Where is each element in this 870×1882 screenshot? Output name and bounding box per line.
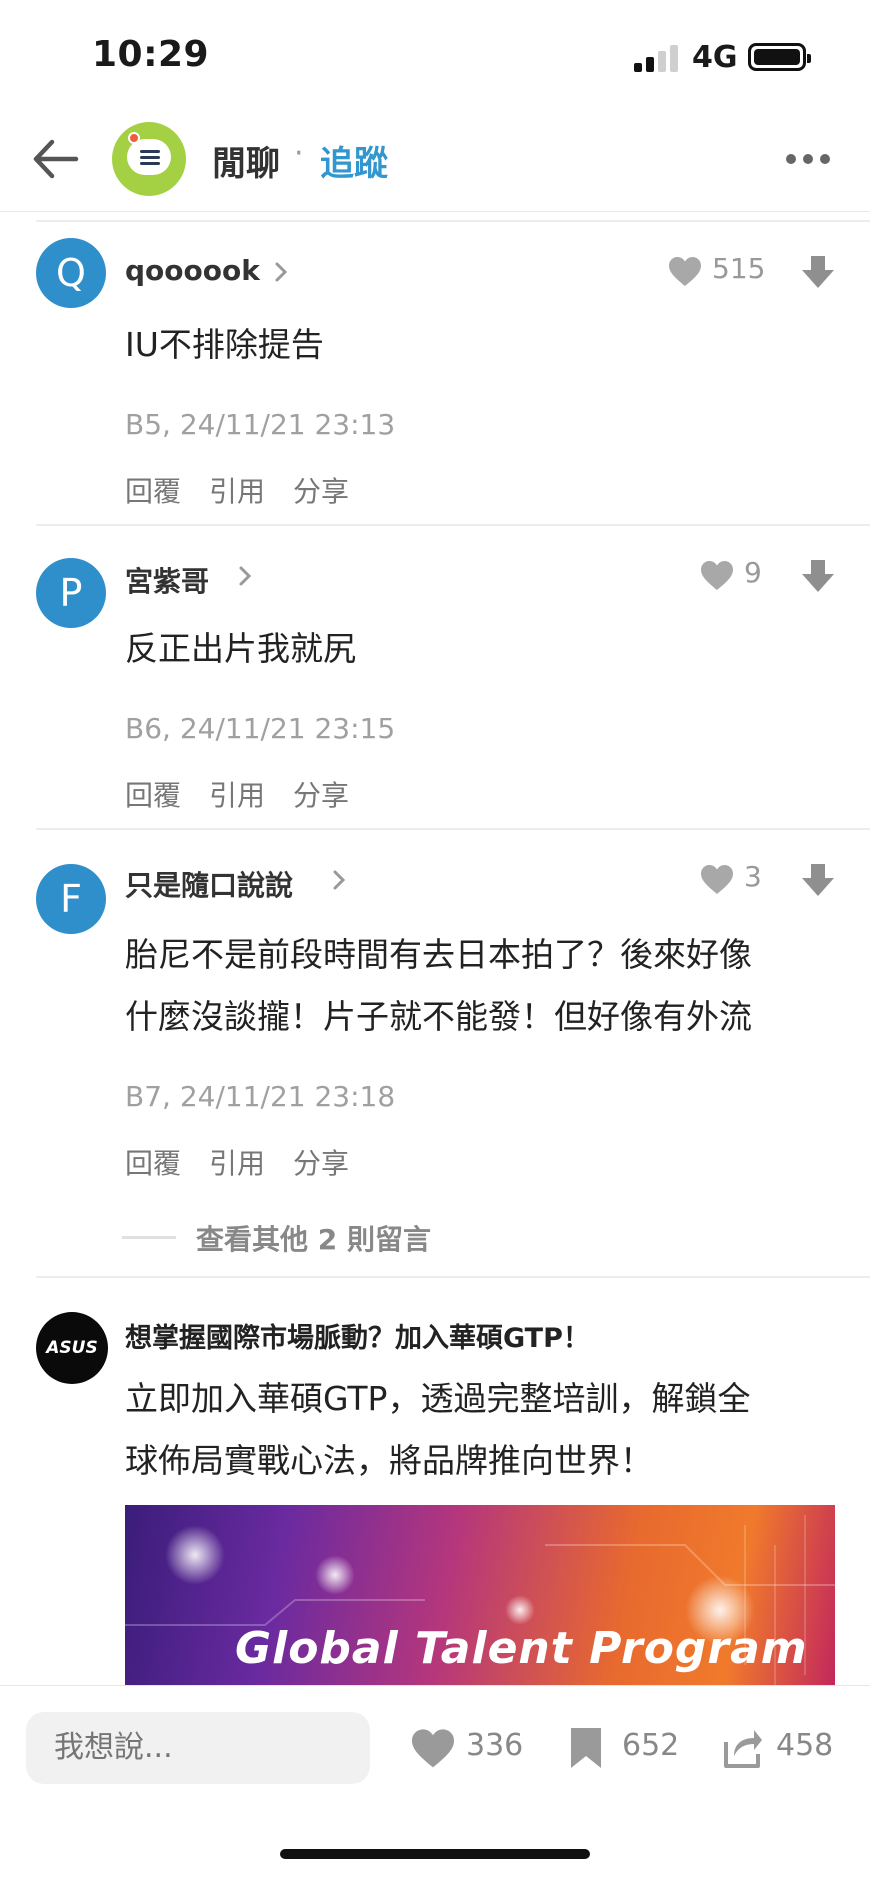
share-icon xyxy=(724,1730,762,1768)
ad-banner-text: Global Talent Program xyxy=(235,1623,808,1674)
home-indicator[interactable] xyxy=(280,1849,590,1859)
bookmark-icon xyxy=(571,1728,601,1768)
title-separator: · xyxy=(294,136,304,171)
share-button[interactable]: 分享 xyxy=(293,779,349,812)
comment-actions: 回覆 引用 分享 xyxy=(125,1142,377,1182)
ad-body-line: 立即加入華碩GTP，透過完整培訓，解鎖全 xyxy=(125,1379,751,1418)
quote-button[interactable]: 引用 xyxy=(209,779,265,812)
comment-line: 反正出片我就尻 xyxy=(125,629,356,668)
bookmark-count: 652 xyxy=(622,1728,680,1763)
comment-username[interactable]: qoooook xyxy=(125,254,260,287)
heart-icon xyxy=(701,865,733,894)
post-like-count: 336 xyxy=(466,1728,524,1763)
comment-content: 胎尼不是前段時間有去日本拍了？後來好像 什麼沒談攏！片子就不能發！但好像有外流 xyxy=(125,924,825,1048)
comment-line: 胎尼不是前段時間有去日本拍了？後來好像 xyxy=(125,935,752,974)
comment-meta: B7, 24/11/21 23:18 xyxy=(125,1080,396,1113)
reply-button[interactable]: 回覆 xyxy=(125,1147,181,1180)
board-icon[interactable] xyxy=(112,122,186,196)
downvote-icon[interactable] xyxy=(800,252,836,292)
back-button[interactable] xyxy=(28,132,82,186)
chevron-right-icon xyxy=(333,870,346,890)
board-title[interactable]: 閒聊 xyxy=(212,136,280,185)
downvote-icon[interactable] xyxy=(800,860,836,900)
board-header: 閒聊 · 追蹤 xyxy=(0,110,870,212)
quote-button[interactable]: 引用 xyxy=(209,475,265,508)
ad-banner-image[interactable]: Global Talent Program xyxy=(125,1505,835,1685)
heart-icon xyxy=(701,561,733,590)
like-count: 515 xyxy=(712,252,766,285)
network-type: 4G xyxy=(692,40,738,75)
arrow-left-icon xyxy=(33,139,79,179)
divider xyxy=(36,220,870,222)
notification-badge xyxy=(128,132,140,144)
ad-body-line: 球佈局實戰心法，將品牌推向世界！ xyxy=(125,1441,653,1480)
comment-line: 什麼沒談攏！片子就不能發！但好像有外流 xyxy=(125,997,752,1036)
reply-button[interactable]: 回覆 xyxy=(125,779,181,812)
comment-username[interactable]: 只是隨口說說 xyxy=(125,864,293,904)
status-bar: 10:29 4G xyxy=(0,0,870,110)
share-button[interactable]: 分享 xyxy=(293,1147,349,1180)
chevron-right-icon xyxy=(239,566,252,586)
reply-button[interactable]: 回覆 xyxy=(125,475,181,508)
avatar[interactable]: Q xyxy=(36,238,106,308)
asus-logo[interactable]: ASUS xyxy=(36,1312,108,1384)
divider xyxy=(36,524,870,526)
reply-input[interactable] xyxy=(26,1712,370,1784)
quote-button[interactable]: 引用 xyxy=(209,1147,265,1180)
comment-line: IU不排除提告 xyxy=(125,325,324,364)
status-time: 10:29 xyxy=(92,34,210,75)
like-count: 3 xyxy=(744,860,762,893)
comment-actions: 回覆 引用 分享 xyxy=(125,470,377,510)
share-count: 458 xyxy=(776,1728,834,1763)
avatar[interactable]: P xyxy=(36,558,106,628)
share-button[interactable]: 分享 xyxy=(293,475,349,508)
avatar[interactable]: F xyxy=(36,864,106,934)
follow-button[interactable]: 追蹤 xyxy=(320,136,388,185)
comment-meta: B6, 24/11/21 23:15 xyxy=(125,712,396,745)
downvote-icon[interactable] xyxy=(800,556,836,596)
signal-icon xyxy=(634,44,680,72)
battery-icon xyxy=(748,43,811,71)
more-options-button[interactable] xyxy=(784,146,834,170)
heart-icon xyxy=(669,257,701,286)
comment-content: IU不排除提告 xyxy=(125,314,825,376)
comment-content: 反正出片我就尻 xyxy=(125,618,825,680)
divider xyxy=(36,1276,870,1278)
ad-title[interactable]: 想掌握國際市場脈動？加入華碩GTP！ xyxy=(125,1316,590,1355)
chevron-right-icon xyxy=(275,262,288,282)
view-more-replies-label: 查看其他 2 則留言 xyxy=(196,1223,431,1256)
ad-body: 立即加入華碩GTP，透過完整培訓，解鎖全 球佈局實戰心法，將品牌推向世界！ xyxy=(125,1368,825,1492)
divider xyxy=(36,828,870,830)
comment-meta: B5, 24/11/21 23:13 xyxy=(125,408,396,441)
heart-icon xyxy=(412,1729,454,1768)
comment-username[interactable]: 宮紫哥 xyxy=(125,560,209,600)
like-count: 9 xyxy=(744,556,762,589)
comment-actions: 回覆 引用 分享 xyxy=(125,774,377,814)
